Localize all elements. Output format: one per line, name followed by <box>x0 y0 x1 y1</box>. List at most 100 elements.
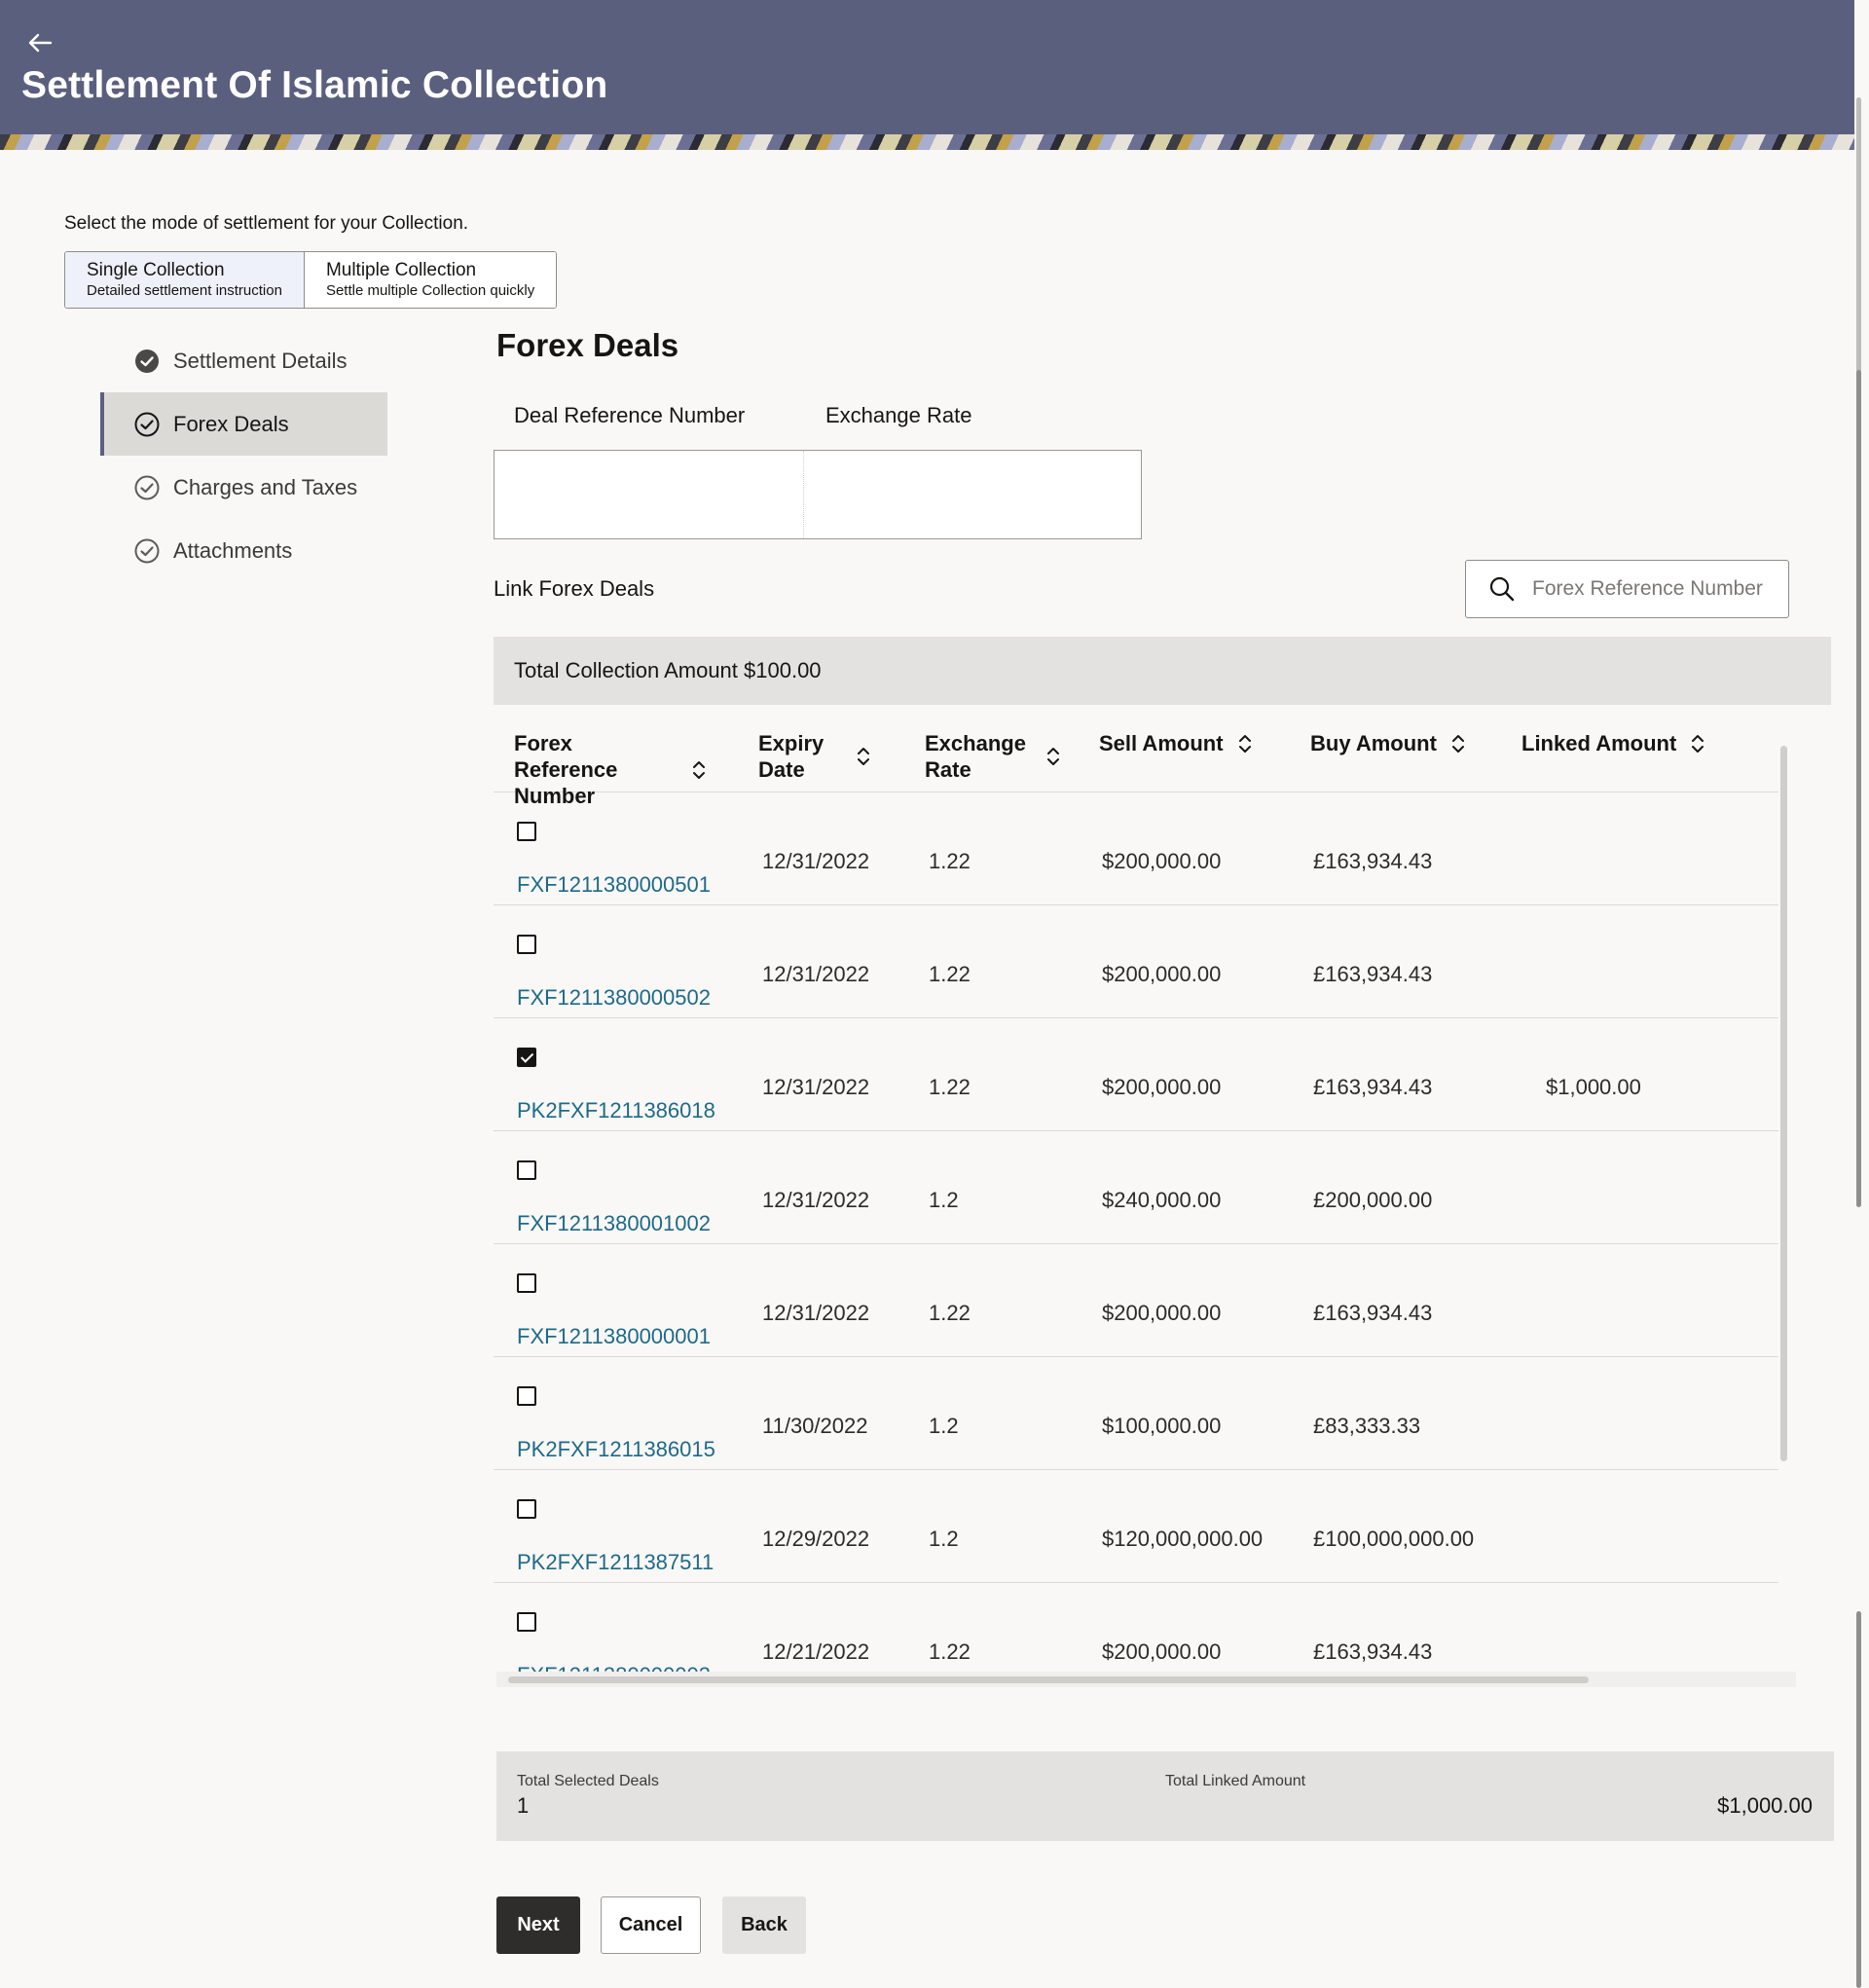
nav-item-charges-and-taxes[interactable]: Charges and Taxes <box>100 456 387 519</box>
expiry-date-cell: 12/31/2022 <box>762 962 870 986</box>
forex-reference-link[interactable]: PK2FXF1211386018 <box>517 1098 715 1123</box>
check-circle-outline-icon <box>133 411 161 438</box>
sell-amount-cell: $200,000.00 <box>1102 849 1222 873</box>
buy-amount-cell: £100,000,000.00 <box>1313 1527 1475 1551</box>
row-checkbox[interactable] <box>517 935 536 954</box>
table-row: FXF1211380000003 12/21/2022 1.22 $200,00… <box>494 1583 1778 1684</box>
table-row: FXF1211380001002 12/31/2022 1.2 $240,000… <box>494 1131 1778 1244</box>
buy-amount-cell: £200,000.00 <box>1313 1188 1433 1212</box>
settlement-mode-toggle: Single Collection Detailed settlement in… <box>64 251 558 309</box>
single-collection-option[interactable]: Single Collection Detailed settlement in… <box>65 252 305 308</box>
exchange-rate-cell: 1.2 <box>929 1414 959 1438</box>
forex-reference-link[interactable]: PK2FXF1211387511 <box>517 1550 714 1575</box>
sort-icon[interactable] <box>691 758 707 782</box>
table-horizontal-scrollbar[interactable] <box>508 1676 1589 1683</box>
column-header-expiry-date[interactable]: Expiry Date <box>758 730 871 783</box>
row-checkbox[interactable] <box>517 822 536 841</box>
section-title: Forex Deals <box>496 327 679 363</box>
nav-item-forex-deals[interactable]: Forex Deals <box>100 392 387 456</box>
column-header-exchange-rate[interactable]: Exchange Rate <box>925 730 1061 783</box>
column-divider <box>803 451 804 538</box>
column-header-linked-amount[interactable]: Linked Amount <box>1521 730 1705 756</box>
forex-reference-link[interactable]: PK2FXF1211386015 <box>517 1437 715 1462</box>
check-circle-outline-icon <box>133 537 161 565</box>
step-navigation: Settlement Details Forex Deals Charges a… <box>100 329 387 582</box>
sell-amount-cell: $240,000.00 <box>1102 1188 1222 1212</box>
multiple-collection-option[interactable]: Multiple Collection Settle multiple Coll… <box>304 252 557 308</box>
table-row: PK2FXF1211387511 12/29/2022 1.2 $120,000… <box>494 1470 1778 1583</box>
forex-reference-link[interactable]: FXF1211380001002 <box>517 1211 711 1236</box>
nav-item-label: Attachments <box>173 537 293 563</box>
row-checkbox[interactable] <box>517 1499 536 1519</box>
exchange-rate-cell: 1.2 <box>929 1527 959 1551</box>
page-title: Settlement Of Islamic Collection <box>21 64 608 106</box>
expiry-date-cell: 12/21/2022 <box>762 1639 870 1664</box>
exchange-rate-cell: 1.22 <box>929 1639 971 1664</box>
row-checkbox[interactable] <box>517 1612 536 1632</box>
check-circle-outline-icon <box>133 474 161 501</box>
sell-amount-cell: $100,000.00 <box>1102 1414 1222 1438</box>
column-header-label: Buy Amount <box>1310 731 1437 755</box>
column-header-sell-amount[interactable]: Sell Amount <box>1099 730 1253 756</box>
total-linked-amount-value: $1,000.00 <box>1717 1793 1813 1818</box>
expiry-date-cell: 12/31/2022 <box>762 1188 870 1212</box>
buy-amount-cell: £163,934.43 <box>1313 962 1433 986</box>
row-checkbox[interactable] <box>517 1048 536 1067</box>
nav-item-label: Forex Deals <box>173 411 289 436</box>
buy-amount-cell: £163,934.43 <box>1313 1301 1433 1325</box>
option-title: Single Collection <box>87 260 225 280</box>
forex-search-input[interactable] <box>1532 577 1766 601</box>
total-selected-deals-label: Total Selected Deals <box>517 1773 659 1789</box>
sort-icon[interactable] <box>856 745 871 768</box>
sort-icon[interactable] <box>1450 732 1466 755</box>
back-button[interactable]: Back <box>722 1896 806 1954</box>
exchange-rate-cell: 1.22 <box>929 849 971 873</box>
sell-amount-cell: $200,000.00 <box>1102 1639 1222 1664</box>
table-row: FXF1211380000001 12/31/2022 1.22 $200,00… <box>494 1244 1778 1357</box>
exchange-rate-cell: 1.22 <box>929 962 971 986</box>
sort-icon[interactable] <box>1045 745 1061 768</box>
row-checkbox[interactable] <box>517 1386 536 1406</box>
table-row: PK2FXF1211386018 12/31/2022 1.22 $200,00… <box>494 1018 1778 1131</box>
buy-amount-cell: £163,934.43 <box>1313 1075 1433 1099</box>
row-checkbox[interactable] <box>517 1273 536 1293</box>
settlement-mode-label: Select the mode of settlement for your C… <box>64 213 469 234</box>
column-header-buy-amount[interactable]: Buy Amount <box>1310 730 1466 756</box>
table-header: Forex Reference Number Expiry Date Excha… <box>494 726 1778 808</box>
buy-amount-cell: £163,934.43 <box>1313 1639 1433 1664</box>
expiry-date-cell: 12/31/2022 <box>762 1301 870 1325</box>
expiry-date-cell: 11/30/2022 <box>762 1414 868 1438</box>
column-header-label: Exchange Rate <box>925 731 1026 782</box>
total-linked-amount-label: Total Linked Amount <box>1165 1773 1306 1789</box>
page-scrollbar-thumb-lower[interactable] <box>1856 1611 1861 1988</box>
arrow-left-icon[interactable] <box>27 27 66 56</box>
table-row: PK2FXF1211386015 11/30/2022 1.2 $100,000… <box>494 1357 1778 1470</box>
buy-amount-cell: £163,934.43 <box>1313 849 1433 873</box>
expiry-date-cell: 12/31/2022 <box>762 1075 870 1099</box>
forex-reference-link[interactable]: FXF1211380000501 <box>517 872 711 898</box>
forex-search-field[interactable] <box>1465 560 1789 618</box>
deal-reference-label: Deal Reference Number <box>514 403 746 427</box>
nav-item-label: Charges and Taxes <box>173 474 358 499</box>
sort-icon[interactable] <box>1237 732 1253 755</box>
row-checkbox[interactable] <box>517 1160 536 1180</box>
column-header-label: Expiry Date <box>758 731 825 782</box>
table-vertical-scrollbar[interactable] <box>1780 746 1787 1461</box>
exchange-rate-cell: 1.22 <box>929 1075 971 1099</box>
check-circle-filled-icon <box>133 348 161 375</box>
sell-amount-cell: $120,000,000.00 <box>1102 1527 1264 1551</box>
page-scrollbar-thumb[interactable] <box>1856 370 1861 1207</box>
sell-amount-cell: $200,000.00 <box>1102 962 1222 986</box>
nav-item-attachments[interactable]: Attachments <box>100 519 387 582</box>
forex-reference-link[interactable]: FXF1211380000502 <box>517 985 711 1011</box>
next-button[interactable]: Next <box>496 1896 580 1954</box>
option-subtitle: Detailed settlement instruction <box>87 282 282 299</box>
sort-icon[interactable] <box>1690 732 1705 755</box>
forex-reference-link[interactable]: FXF1211380000001 <box>517 1324 711 1349</box>
table-row: FXF1211380000502 12/31/2022 1.22 $200,00… <box>494 905 1778 1018</box>
sell-amount-cell: $200,000.00 <box>1102 1075 1222 1099</box>
link-forex-deals-label: Link Forex Deals <box>494 576 655 601</box>
cancel-button[interactable]: Cancel <box>601 1896 701 1954</box>
nav-item-settlement-details[interactable]: Settlement Details <box>100 329 387 392</box>
forex-deals-table: Forex Reference Number Expiry Date Excha… <box>494 726 1789 1684</box>
